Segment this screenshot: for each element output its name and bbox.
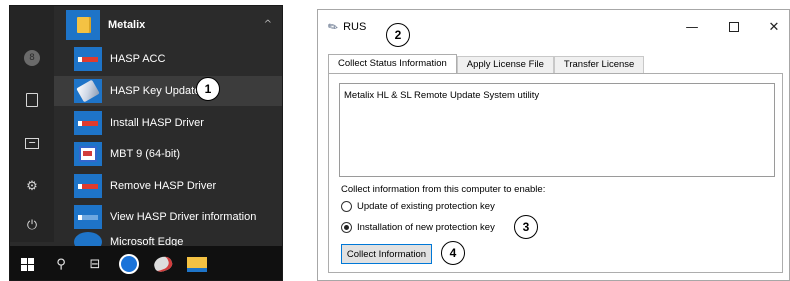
collect-instructions: Collect information from this computer t… — [341, 184, 546, 195]
hasp-app-icon — [74, 47, 102, 71]
option-update-existing-key[interactable]: Update of existing protection key — [341, 201, 495, 212]
menu-item-hasp-key-update[interactable]: HASP Key Update — [54, 76, 282, 106]
pictures-icon[interactable] — [20, 131, 44, 155]
rus-dialog: ✎ RUS — ✕ Collect Status Information App… — [317, 9, 790, 281]
maximize-icon — [729, 22, 739, 32]
user-initial: 8 — [24, 50, 40, 66]
hasp-app-icon — [74, 111, 102, 135]
menu-item-view-hasp-driver-information[interactable]: View HASP Driver information — [54, 202, 282, 232]
task-view-icon[interactable]: ⊟ — [78, 246, 112, 280]
key-update-icon — [74, 79, 102, 103]
teamviewer-icon[interactable] — [112, 246, 146, 280]
close-button[interactable]: ✕ — [764, 18, 784, 36]
menu-item-label: MBT 9 (64-bit) — [110, 148, 181, 160]
menu-item-label: Install HASP Driver — [110, 117, 204, 129]
search-icon[interactable]: ⚲ — [44, 246, 78, 280]
menu-item-label: HASP ACC — [110, 53, 166, 65]
callout-1: 1 — [196, 77, 220, 101]
radio-installation-new-key[interactable] — [341, 222, 352, 233]
option-label: Update of existing protection key — [357, 201, 495, 212]
option-label: Installation of new protection key — [357, 222, 495, 233]
file-explorer-icon[interactable] — [180, 246, 214, 280]
rus-app-icon: ✎ — [325, 18, 341, 36]
taskbar: ⚲ ⊟ — [10, 246, 282, 280]
radio-update-existing-key[interactable] — [341, 201, 352, 212]
option-installation-new-key[interactable]: Installation of new protection key — [341, 222, 495, 233]
tab-strip: Collect Status Information Apply License… — [328, 54, 645, 74]
description-text-area[interactable]: Metalix HL & SL Remote Update System uti… — [339, 83, 775, 177]
folder-label: Metalix — [108, 19, 146, 31]
menu-item-install-hasp-driver[interactable]: Install HASP Driver — [54, 108, 282, 138]
tab-transfer-license[interactable]: Transfer License — [553, 56, 645, 74]
menu-item-remove-hasp-driver[interactable]: Remove HASP Driver — [54, 171, 282, 201]
maximize-button[interactable] — [724, 18, 744, 36]
tab-collect-status-information[interactable]: Collect Status Information — [328, 54, 457, 74]
chevron-up-icon[interactable]: ^ — [264, 19, 272, 30]
callout-3: 3 — [514, 215, 538, 239]
hasp-app-icon — [74, 174, 102, 198]
tab-apply-license-file[interactable]: Apply License File — [456, 56, 554, 74]
hasp-info-icon — [74, 205, 102, 229]
folder-metalix[interactable]: Metalix ^ — [54, 6, 282, 44]
menu-item-label: Remove HASP Driver — [110, 180, 217, 192]
menu-item-mbt-9[interactable]: MBT 9 (64-bit) — [54, 139, 282, 169]
minimize-button[interactable]: — — [682, 18, 702, 36]
settings-icon[interactable]: ⚙ — [20, 174, 44, 198]
tab-panel: Metalix HL & SL Remote Update System uti… — [328, 73, 783, 273]
menu-item-hasp-acc[interactable]: HASP ACC — [54, 44, 282, 74]
start-menu: 8 ⚙ ⏻ Metalix ^ HASP ACC HASP Key Update… — [9, 5, 283, 281]
callout-4: 4 — [441, 241, 465, 265]
paint-icon[interactable] — [146, 246, 180, 280]
user-icon[interactable]: 8 — [20, 46, 44, 70]
menu-item-label: View HASP Driver information — [110, 211, 257, 223]
callout-2: 2 — [386, 23, 410, 47]
folder-icon — [66, 10, 100, 40]
document-icon[interactable] — [20, 88, 44, 112]
start-rail: 8 ⚙ ⏻ — [10, 6, 54, 242]
window-title: RUS — [343, 21, 367, 33]
power-icon[interactable]: ⏻ — [20, 213, 44, 237]
collect-information-button[interactable]: Collect Information — [341, 244, 432, 264]
menu-item-label: HASP Key Update — [110, 85, 201, 97]
windows-start-icon[interactable] — [10, 246, 44, 280]
mbt-app-icon — [74, 142, 102, 166]
